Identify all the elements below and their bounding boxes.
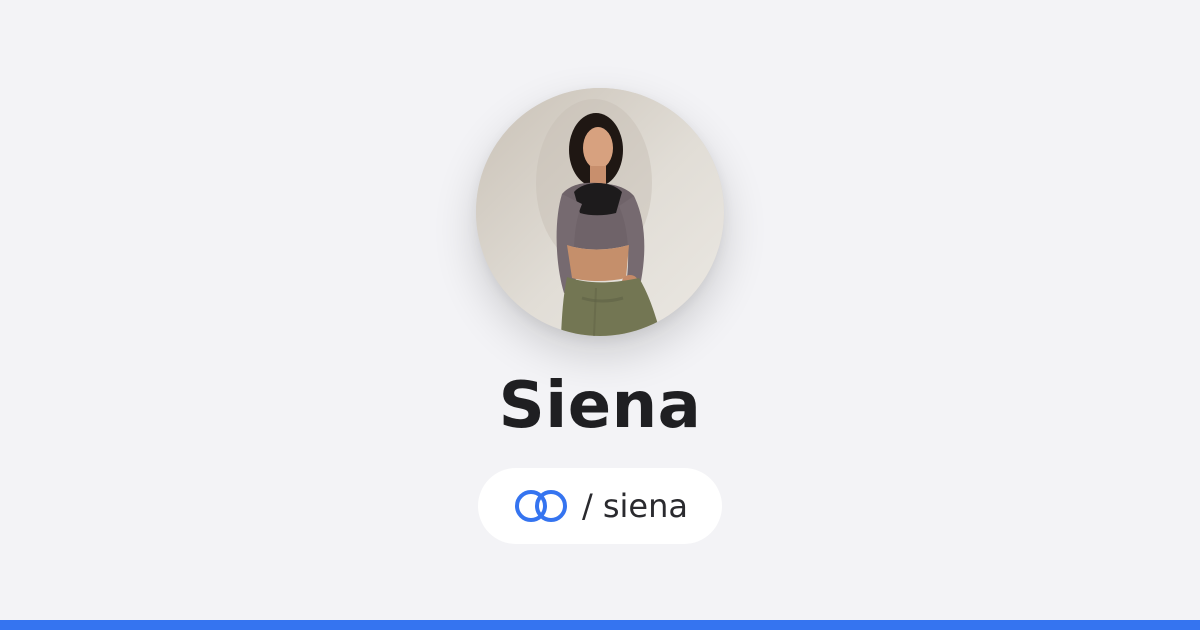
handle-text: siena (602, 487, 688, 525)
handle-separator: / (582, 487, 593, 525)
link-rings-icon (515, 490, 568, 522)
profile-photo-image (476, 88, 724, 336)
bottom-accent-bar (0, 620, 1200, 630)
avatar[interactable] (476, 88, 724, 336)
profile-card: Siena / siena (0, 0, 1200, 620)
profile-handle-link[interactable]: / siena (478, 468, 722, 544)
profile-name: Siena (498, 369, 702, 443)
